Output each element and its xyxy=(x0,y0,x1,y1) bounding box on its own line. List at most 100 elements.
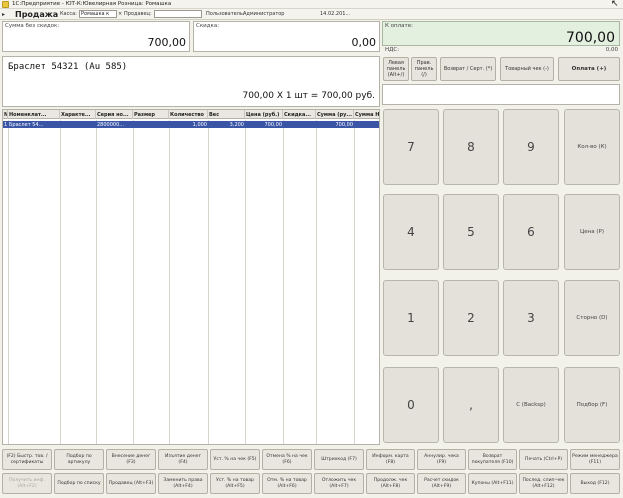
discount-panel: Скидка: 0,00 xyxy=(193,21,380,52)
column-divider xyxy=(283,120,284,444)
sum-no-discount-panel: Сумма без скидок: 700,00 xyxy=(2,21,190,52)
col-header[interactable]: Скидка... xyxy=(283,110,316,119)
col-header[interactable]: Характе... xyxy=(60,110,96,119)
date-value: 14.02.201... xyxy=(320,11,351,17)
return-cert-button[interactable]: Возврат / Серт. (*) xyxy=(440,57,496,81)
discount-value: 0,00 xyxy=(351,36,377,49)
kassa-field[interactable]: Ромашка к xyxy=(79,10,117,18)
window-title: 1С:Предприятие - ЮТ-К:Ювелирная Розница:… xyxy=(12,1,172,7)
fkey-coupons[interactable]: Купоны (Alt+F11) xyxy=(468,473,517,494)
clear-button[interactable]: С (Backsp) xyxy=(503,367,559,443)
fkey-info-card[interactable]: Информ. карта (F8) xyxy=(366,449,415,470)
fkey-barcode[interactable]: Штрихкод (F7) xyxy=(314,449,364,470)
items-table[interactable]: N Номенклат... Характе... Серия но... Ра… xyxy=(2,109,380,445)
left-panel-button[interactable]: Левая панель (Alt+/) xyxy=(383,57,409,81)
key-8[interactable]: 8 xyxy=(443,109,499,185)
vat-label: НДС: xyxy=(385,47,400,53)
fkey-get-info[interactable]: Получить инф. (Alt+F2) xyxy=(2,473,52,494)
cell-price: 700,00 xyxy=(264,122,283,128)
nav-arrows-icon[interactable]: ▸ xyxy=(2,11,5,18)
fkey-cash-in[interactable]: Внесение денег (F3) xyxy=(106,449,156,470)
column-divider xyxy=(208,120,209,444)
goods-check-button[interactable]: Товарный чек (-) xyxy=(500,57,554,81)
column-divider xyxy=(8,120,9,444)
fkey-quick-goods[interactable]: (F2) Быстр. тов. / сертификаты xyxy=(2,449,52,470)
sum-no-discount-label: Сумма без скидок: xyxy=(5,23,60,29)
cell-weight: 3,200 xyxy=(229,122,244,128)
table-body: 1 Браслет 54... 2800000... 1,000 3,200 7… xyxy=(3,120,379,444)
fkey-replace-rights[interactable]: Заменить права (Alt+F4) xyxy=(158,473,208,494)
app-icon xyxy=(2,1,9,8)
fkey-cancel-item-discount[interactable]: Отм. % на товар (Alt+F6) xyxy=(262,473,312,494)
quantity-button[interactable]: Кол-во (К) xyxy=(564,109,620,185)
fkey-calc-discounts[interactable]: Расчет скидок (Alt+F9) xyxy=(417,473,466,494)
column-divider xyxy=(60,120,61,444)
fkey-last-slip[interactable]: Послед. слип-чек (Alt+F12) xyxy=(519,473,568,494)
col-header[interactable]: Сумма (ру... xyxy=(316,110,354,119)
fkey-continue-check[interactable]: Продолж. чек (Alt+F8) xyxy=(366,473,415,494)
col-header[interactable]: Сумма Н... xyxy=(354,110,379,119)
cell-name: Браслет 54... xyxy=(9,122,44,128)
payment-panel: К оплате: 700,00 xyxy=(382,21,620,46)
column-divider xyxy=(245,120,246,444)
fkey-cancel-check-discount[interactable]: Отмена % на чек (F6) xyxy=(262,449,312,470)
key-7[interactable]: 7 xyxy=(383,109,439,185)
payment-label: К оплате: xyxy=(385,23,413,29)
key-6[interactable]: 6 xyxy=(503,194,559,270)
fkey-seller[interactable]: Продавец (Alt+F3) xyxy=(106,473,156,494)
kassa-label: Касса: xyxy=(60,11,77,17)
fkey-manager-mode[interactable]: Режим менеджера (F11) xyxy=(570,449,620,470)
col-header[interactable]: Серия но... xyxy=(96,110,133,119)
column-divider xyxy=(96,120,97,444)
key-0[interactable]: 0 xyxy=(383,367,439,443)
fkey-print[interactable]: Печать (Ctrl+P) xyxy=(519,449,568,470)
key-9[interactable]: 9 xyxy=(503,109,559,185)
cell-qty: 1,000 xyxy=(192,122,207,128)
cell-sum: 700,00 xyxy=(335,122,354,128)
key-comma[interactable]: , xyxy=(443,367,499,443)
price-button[interactable]: Цена (P) xyxy=(564,194,620,270)
toolbar: ▸ Продажа Касса: Ромашка к × Продавец: П… xyxy=(0,9,623,20)
fkey-set-check-discount[interactable]: Уст. % на чек (F5) xyxy=(210,449,260,470)
select-button[interactable]: Подбор (F) xyxy=(564,367,620,443)
fkey-select-article[interactable]: Подбор по артикулу xyxy=(54,449,104,470)
col-header[interactable]: Цена (руб.) xyxy=(245,110,283,119)
key-1[interactable]: 1 xyxy=(383,280,439,356)
user-value: Администратор xyxy=(243,11,285,17)
item-calc: 700,00 X 1 шт = 700,00 руб. xyxy=(242,91,375,101)
key-2[interactable]: 2 xyxy=(443,280,499,356)
table-row[interactable]: 1 Браслет 54... 2800000... 1,000 3,200 7… xyxy=(3,121,379,128)
column-divider xyxy=(316,120,317,444)
col-header[interactable]: Количество xyxy=(169,110,208,119)
storno-button[interactable]: Сторно (D) xyxy=(564,280,620,356)
fkey-cash-out[interactable]: Изъятие денег (F4) xyxy=(158,449,208,470)
key-3[interactable]: 3 xyxy=(503,280,559,356)
fkey-set-item-discount[interactable]: Уст. % на товар (Alt+F5) xyxy=(210,473,260,494)
col-header[interactable]: Номенклат... xyxy=(8,110,60,119)
table-header: N Номенклат... Характе... Серия но... Ра… xyxy=(3,110,379,119)
title-bar: 1С:Предприятие - ЮТ-К:Ювелирная Розница:… xyxy=(0,0,623,9)
mouse-cursor-icon: ↖ xyxy=(611,0,619,9)
fkey-select-list[interactable]: Подбор по списку xyxy=(54,473,104,494)
vat-value: 0,00 xyxy=(605,47,618,53)
column-divider xyxy=(169,120,170,444)
key-4[interactable]: 4 xyxy=(383,194,439,270)
seller-field[interactable] xyxy=(154,10,202,18)
cell-serial: 2800000... xyxy=(97,122,125,128)
payment-value: 700,00 xyxy=(566,30,615,46)
seller-label: Продавец: xyxy=(124,11,152,17)
item-name: Браслет 54321 (Au 585) xyxy=(8,62,128,72)
cell-n: 1 xyxy=(4,122,8,128)
col-header[interactable]: Размер xyxy=(133,110,169,119)
sum-no-discount-value: 700,00 xyxy=(147,36,187,49)
column-divider xyxy=(133,120,134,444)
key-5[interactable]: 5 xyxy=(443,194,499,270)
fkey-exit[interactable]: Выход (F12) xyxy=(570,473,620,494)
right-panel-button[interactable]: Прав. панель (/) xyxy=(411,57,437,81)
pay-button[interactable]: Оплата (+) xyxy=(558,57,620,81)
fkey-customer-return[interactable]: Возврат покупателя (F10) xyxy=(468,449,517,470)
kassa-clear-icon[interactable]: × xyxy=(118,11,122,17)
fkey-postpone-check[interactable]: Отложить чек (Alt+F7) xyxy=(314,473,364,494)
col-header[interactable]: Вес xyxy=(208,110,245,119)
fkey-void-check[interactable]: Аннулир. чека (F9) xyxy=(417,449,466,470)
